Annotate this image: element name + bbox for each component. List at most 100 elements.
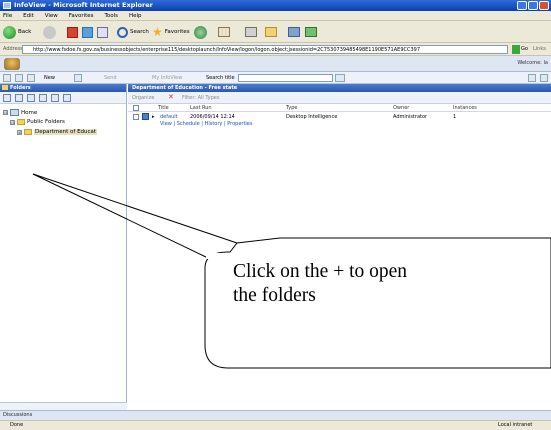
menu-edit[interactable]: Edit	[23, 13, 34, 19]
address-label: Address	[3, 46, 23, 52]
infoview-header: Welcome: Ia	[0, 56, 551, 72]
open-icon[interactable]	[27, 74, 35, 82]
home-icon	[10, 109, 19, 116]
menu-tools[interactable]: Tools	[104, 13, 118, 19]
row-checkbox[interactable]	[133, 114, 139, 120]
forward-button[interactable]	[43, 25, 56, 39]
add-icon[interactable]	[74, 74, 82, 82]
star-icon: ★	[152, 25, 163, 39]
menu-file[interactable]: File	[3, 13, 12, 19]
favorites-button[interactable]: ★ Favorites	[152, 25, 190, 39]
folders-icon[interactable]	[3, 94, 11, 102]
collapse-toggle[interactable]: ⊟	[3, 110, 8, 115]
links-button[interactable]: Links	[533, 46, 546, 52]
logoff-icon[interactable]	[540, 74, 548, 82]
status-bar: Done Local intranet	[0, 420, 551, 430]
horizontal-scrollbar[interactable]	[0, 402, 127, 410]
window-title-bar: InfoView - Microsoft Internet Explorer	[0, 0, 551, 11]
last-run-value: 2006/09/14 12:14	[190, 114, 235, 120]
menu-view[interactable]: View	[45, 13, 58, 19]
send-button[interactable]: Send	[104, 75, 117, 81]
maximize-button[interactable]	[528, 1, 538, 10]
my-infoview-button[interactable]: My InfoView	[152, 75, 182, 81]
minimize-button[interactable]	[517, 1, 527, 10]
folders-pane: Folders ⊟ Home ⊟ Public Folders ⊞ Depart…	[0, 84, 127, 410]
print-button[interactable]	[245, 25, 257, 39]
organize-menu[interactable]: Organize	[132, 95, 154, 101]
collapse-toggle[interactable]: ⊟	[10, 119, 15, 125]
callout-line-2: the folders	[233, 285, 316, 306]
callout-line-1: Click on the + to open	[233, 261, 408, 282]
status-text: Done	[10, 422, 24, 428]
filter-menu[interactable]: Filter: All Types	[182, 95, 219, 101]
tree-node-department[interactable]: ⊞ Department of Educat	[17, 129, 98, 135]
home-icon[interactable]	[3, 74, 11, 82]
refresh-button[interactable]	[82, 25, 93, 39]
discussions-bar[interactable]: Discussions	[0, 410, 551, 420]
refresh-icon	[82, 26, 93, 38]
go-button[interactable]: Go	[521, 46, 528, 52]
stop-button[interactable]	[67, 25, 78, 39]
categories-icon[interactable]	[15, 94, 23, 102]
menu-favorites[interactable]: Favorites	[69, 13, 94, 19]
copy-icon[interactable]	[51, 94, 59, 102]
column-last-run[interactable]: Last Run	[190, 105, 212, 111]
infoview-toolbar: New Send My InfoView Search title	[0, 72, 551, 84]
business-objects-logo	[4, 58, 20, 70]
expand-toggle[interactable]: ⊞	[17, 129, 22, 135]
discuss-icon	[288, 27, 300, 37]
delete-icon[interactable]: ✕	[168, 93, 174, 101]
search-go-icon[interactable]	[335, 74, 345, 82]
delete-icon[interactable]	[63, 94, 71, 102]
home-icon	[97, 26, 108, 38]
document-title-link[interactable]: default	[160, 114, 178, 120]
documents-toolbar: Organize ✕ Filter: All Types	[128, 92, 551, 104]
table-row: ▸ default 2006/09/14 12:14 Desktop Intel…	[128, 112, 551, 128]
search-title-input[interactable]	[238, 74, 333, 82]
column-instances[interactable]: Instances	[453, 105, 477, 111]
folder-icon	[17, 119, 25, 125]
folders-toolbar	[0, 92, 126, 104]
search-icon	[117, 26, 128, 38]
column-headers: Title Last Run Type Owner Instances	[128, 104, 551, 112]
column-type[interactable]: Type	[286, 105, 297, 111]
edit-button[interactable]	[265, 25, 277, 39]
row-expand-icon[interactable]: ▸	[152, 114, 155, 120]
go-arrow-icon[interactable]	[512, 45, 520, 54]
select-all-checkbox[interactable]	[133, 105, 139, 111]
stop-icon	[67, 26, 78, 38]
document-actions[interactable]: View | Schedule | History | Properties	[160, 121, 253, 127]
history-button[interactable]	[194, 25, 207, 39]
home-button[interactable]	[97, 25, 108, 39]
search-title-label: Search title	[206, 75, 235, 81]
new-button[interactable]: New	[44, 75, 55, 81]
print-icon	[245, 27, 257, 37]
close-button[interactable]	[539, 1, 549, 10]
welcome-text: Welcome: Ia	[517, 60, 548, 66]
mail-button[interactable]	[218, 25, 230, 39]
documents-pane: Department of Education - Free state Org…	[128, 84, 551, 410]
document-list-icon[interactable]	[15, 74, 23, 82]
messenger-button[interactable]	[305, 25, 317, 39]
new-folder-icon[interactable]	[39, 94, 47, 102]
security-zone: Local intranet	[498, 422, 533, 428]
callout-text: Click on the + to open the folders	[233, 260, 551, 308]
column-title[interactable]: Title	[158, 105, 169, 111]
folder-icon	[265, 27, 277, 37]
help-icon[interactable]	[528, 74, 536, 82]
tree-node-label: Home	[21, 109, 38, 116]
tree-node-label: Public Folders	[27, 119, 65, 125]
menu-bar: File Edit View Favorites Tools Help	[0, 11, 551, 21]
address-input[interactable]: http://www.fsdoe.fs.gov.za/businessobjec…	[22, 45, 508, 54]
tree-node-public-folders[interactable]: ⊟ Public Folders	[10, 119, 65, 125]
history-icon	[194, 25, 207, 39]
browser-toolbar: Back Search ★ Favorites	[0, 21, 551, 43]
column-owner[interactable]: Owner	[393, 105, 409, 111]
menu-help[interactable]: Help	[129, 13, 142, 19]
back-button[interactable]: Back	[3, 25, 31, 39]
search-button[interactable]: Search	[117, 25, 149, 39]
refresh-icon[interactable]	[27, 94, 35, 102]
tree-node-home[interactable]: ⊟ Home	[3, 109, 37, 116]
discuss-button[interactable]	[288, 25, 300, 39]
folders-header: Folders	[0, 84, 126, 92]
